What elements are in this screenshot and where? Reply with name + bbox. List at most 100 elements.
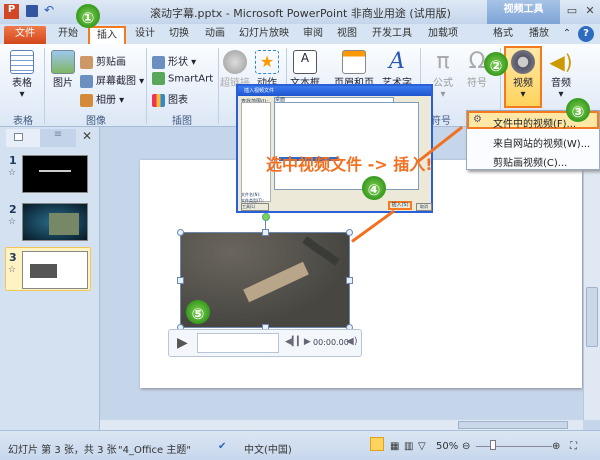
transition-star-icon: ☆ — [8, 168, 17, 178]
tab-outline[interactable]: ≡ — [40, 129, 76, 147]
action-star-icon: ★ — [255, 50, 279, 74]
table-icon — [10, 50, 34, 74]
speaker-icon: ◀) — [549, 50, 573, 74]
tab-insert[interactable]: 插入 — [88, 26, 126, 44]
tab-review[interactable]: 审阅 — [298, 26, 328, 44]
dialog-cancel-button[interactable]: 取消 — [416, 203, 432, 211]
slide-number: 1 — [9, 154, 17, 167]
menu-item-label: 文件中的视频(F)... — [493, 119, 577, 130]
picture-button[interactable]: 图片 — [48, 50, 78, 89]
rotate-handle[interactable] — [262, 213, 270, 221]
film-reel-icon: ⚙ — [473, 114, 482, 125]
player-time: 00:00.00 — [313, 338, 349, 347]
chart-label: 图表 — [168, 95, 188, 106]
banner-image — [243, 261, 309, 303]
equation-label: 公式 — [433, 78, 453, 89]
close-icon[interactable]: ✕ — [582, 4, 598, 18]
file-list[interactable] — [274, 102, 419, 190]
table-label: 表格 — [12, 78, 32, 89]
clipart-label: 剪贴画 — [96, 57, 126, 68]
tab-transitions[interactable]: 切换 — [164, 26, 194, 44]
slideshow-icon[interactable]: ▽ — [418, 441, 426, 452]
film-reel-icon — [511, 50, 535, 74]
step-badge-5: ⑤ — [186, 300, 210, 324]
save-icon[interactable] — [26, 5, 38, 17]
tab-animations[interactable]: 动画 — [200, 26, 230, 44]
scroll-thumb[interactable] — [586, 287, 598, 347]
step-badge-4: ④ — [362, 176, 386, 200]
tab-developer[interactable]: 开发工具 — [366, 26, 418, 44]
picture-label: 图片 — [53, 78, 73, 89]
minimize-icon[interactable]: ▭ — [564, 4, 580, 18]
clipart-icon — [80, 55, 93, 69]
dialog-insert-button[interactable]: 插入(S) — [388, 201, 412, 210]
tab-view[interactable]: 视图 — [332, 26, 362, 44]
slide-info: 幻灯片 第 3 张，共 3 张 — [8, 445, 117, 456]
screenshot-button[interactable]: 屏幕截图 ▾ — [80, 72, 144, 88]
chart-button[interactable]: 图表 — [152, 91, 188, 107]
theme-name[interactable]: "4_Office 主题" — [118, 441, 191, 456]
zoom-slider[interactable] — [476, 446, 552, 447]
screenshot-label: 屏幕截图 — [96, 76, 136, 87]
zoom-level[interactable]: 50% — [436, 441, 458, 452]
table-button[interactable]: 表格 ▾ — [6, 50, 38, 100]
language[interactable]: 中文(中国) — [244, 441, 292, 456]
video-player-controls: ▶ ◀▎ ▎▶ 00:00.00 ◀) — [168, 329, 362, 357]
header-footer-icon — [342, 50, 366, 74]
spellcheck-icon[interactable]: ✔ — [218, 441, 226, 452]
group-label-tables: 表格 — [13, 116, 33, 127]
album-button[interactable]: 相册 ▾ — [80, 91, 124, 107]
zoom-slider-thumb[interactable] — [490, 440, 496, 450]
play-icon[interactable]: ▶ — [177, 335, 188, 351]
symbol-label: 符号 — [467, 78, 487, 89]
slide-sorter-icon[interactable]: ▦ — [390, 441, 399, 452]
menu-item-video-from-website[interactable]: 来自网站的视频(W)... — [493, 135, 590, 150]
hscroll-thumb[interactable] — [458, 421, 568, 429]
close-panel-icon[interactable]: ✕ — [78, 129, 96, 147]
step-forward-icon[interactable]: ▎▶ — [297, 337, 311, 347]
smartart-button[interactable]: SmartArt — [152, 72, 213, 85]
video-button[interactable]: 视频 ▾ — [504, 46, 542, 108]
tab-format[interactable]: 格式 — [488, 26, 518, 44]
slide-thumbnail-1[interactable] — [22, 155, 88, 193]
normal-view-icon[interactable] — [370, 437, 384, 451]
smartart-label: SmartArt — [168, 73, 214, 85]
vertical-scrollbar[interactable] — [583, 127, 600, 420]
slide-number: 2 — [9, 203, 17, 216]
reading-view-icon[interactable]: ▥ — [404, 441, 413, 452]
smartart-icon — [152, 72, 165, 85]
tab-playback[interactable]: 播放 — [524, 26, 554, 44]
hyperlink-icon — [223, 50, 247, 74]
textbox-icon: A — [293, 50, 317, 74]
slide-thumbnail-3[interactable] — [22, 251, 88, 289]
step-badge-1: ① — [76, 4, 100, 28]
tab-slideshow[interactable]: 幻灯片放映 — [234, 26, 294, 44]
clipart-button[interactable]: 剪贴画 — [80, 53, 126, 69]
status-bar: 幻灯片 第 3 张，共 3 张 "4_Office 主题" ✔ 中文(中国) ▦… — [0, 430, 600, 460]
collapse-ribbon-icon[interactable]: ⌃ — [560, 26, 574, 44]
shapes-button[interactable]: 形状 ▾ — [152, 53, 196, 69]
zoom-in-icon[interactable]: ⊕ — [552, 441, 560, 452]
tab-file[interactable]: 文件 — [4, 26, 46, 44]
zoom-out-icon[interactable]: ⊖ — [462, 441, 470, 452]
tab-addins[interactable]: 加载项 — [422, 26, 464, 44]
tab-design[interactable]: 设计 — [130, 26, 160, 44]
audio-button[interactable]: ◀) 音频 ▾ — [546, 50, 576, 100]
group-label-illustrations: 插图 — [172, 116, 192, 127]
volume-icon[interactable]: ◀) — [346, 336, 358, 347]
tab-home[interactable]: 开始 — [52, 26, 84, 44]
tab-slides[interactable] — [6, 129, 40, 147]
dialog-title: 插入视频文件 — [238, 86, 431, 96]
undo-icon[interactable]: ↶ — [44, 3, 54, 17]
annotation-text: 选中视频文件 -> 插入! — [266, 155, 433, 174]
menu-item-clipart-video[interactable]: 剪贴画视频(C)... — [493, 154, 567, 169]
wordart-icon: A — [389, 49, 405, 74]
horizontal-scrollbar[interactable] — [100, 420, 583, 430]
help-icon[interactable]: ? — [578, 26, 594, 42]
fit-to-window-icon[interactable]: ⛶ — [570, 441, 577, 452]
slide-thumbnail-2[interactable] — [22, 203, 88, 241]
shapes-icon — [152, 55, 165, 69]
progress-bar[interactable] — [197, 333, 279, 353]
picture-icon — [51, 50, 75, 74]
tools-button[interactable]: 工具(L) — [241, 203, 269, 211]
